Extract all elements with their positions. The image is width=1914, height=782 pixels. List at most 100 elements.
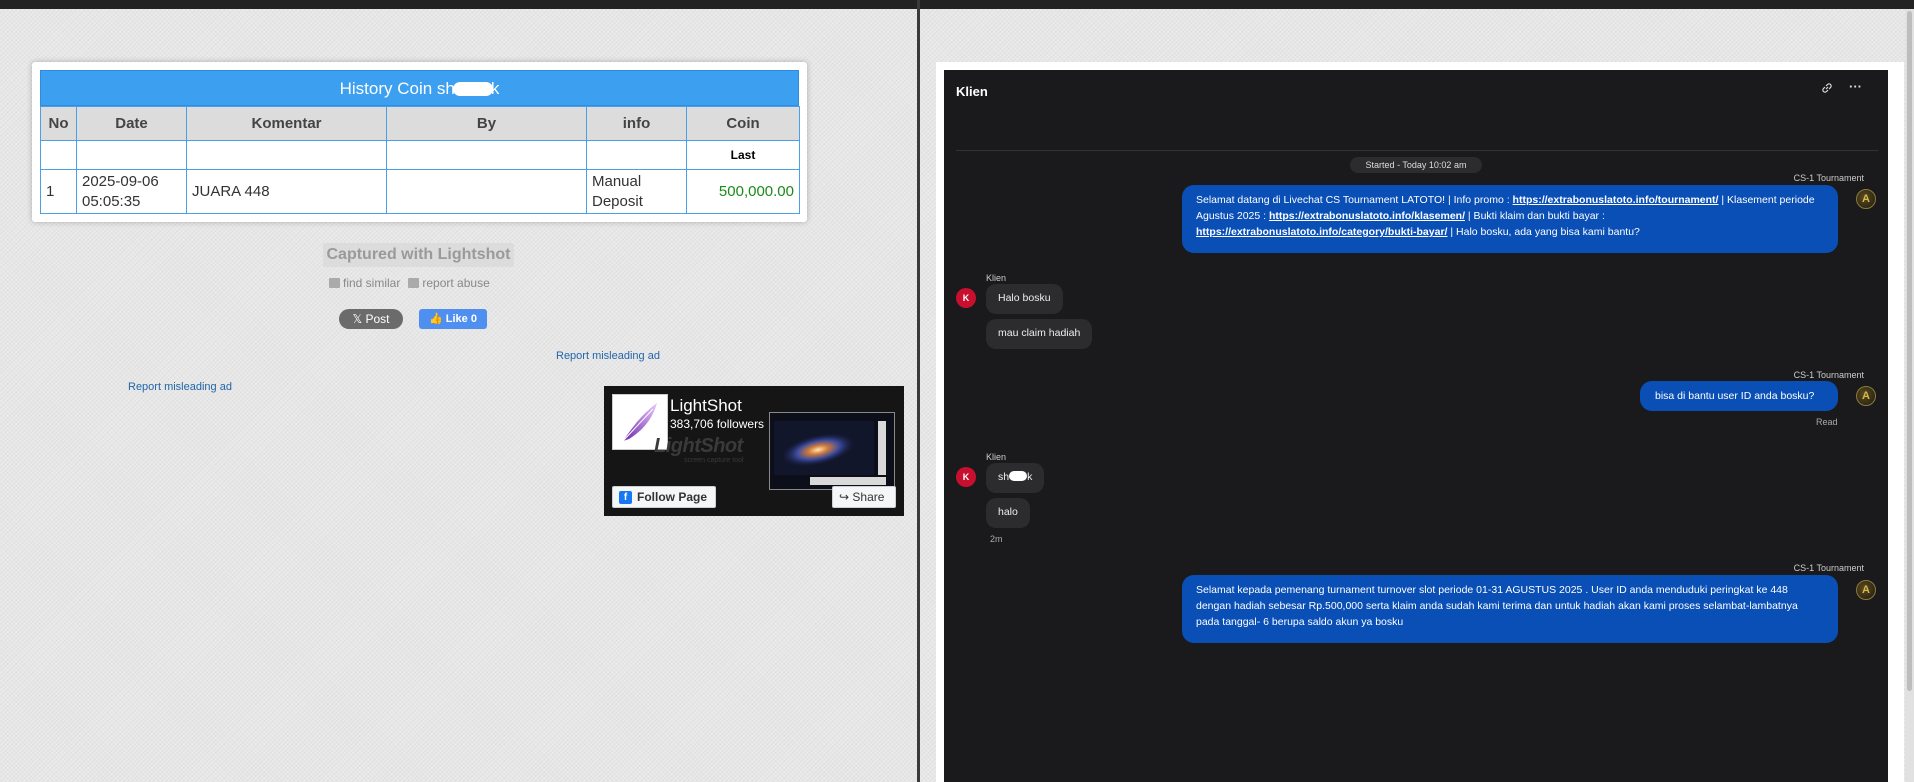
table-subheader-row: Last (40, 140, 800, 170)
lightshot-facebook-widget[interactable]: LightShot 383,706 followers LightShot sc… (604, 386, 904, 516)
scrollbar[interactable] (1905, 9, 1914, 782)
report-abuse-link[interactable]: report abuse (408, 276, 490, 290)
subheader-cell (386, 140, 587, 170)
camera-icon (329, 278, 340, 288)
link-icon[interactable] (1821, 82, 1833, 97)
find-similar-link[interactable]: find similar (329, 276, 400, 290)
page-name[interactable]: LightShot (670, 396, 742, 416)
history-title-suffix: k (490, 79, 500, 98)
facebook-like-button[interactable]: 👍 Like 0 (419, 309, 487, 329)
redacted-username (452, 82, 493, 96)
agent-message-bubble: Selamat datang di Livechat CS Tournament… (1182, 185, 1838, 253)
client-msg-prefix: sh (998, 471, 1010, 483)
subheader-cell (76, 140, 187, 170)
column-header-no: No (40, 106, 77, 141)
cell-no: 1 (40, 169, 77, 214)
agent-name-label: CS-1 Tournament (1793, 173, 1864, 183)
column-header-date: Date (76, 106, 187, 141)
follower-count: 383,706 followers (670, 417, 765, 431)
chat-title: Klien (956, 84, 988, 99)
history-title-prefix: History Coin sh (339, 79, 455, 98)
flag-icon (408, 278, 420, 288)
cell-date-line2: 05:05:35 (82, 192, 141, 210)
cell-date-line1: 2025-09-06 (82, 172, 159, 190)
history-title: History Coin sh k (40, 70, 799, 106)
galaxy-image (770, 413, 894, 489)
subheader-cell (586, 140, 687, 170)
facebook-like-label: Like 0 (445, 313, 477, 325)
column-header-coin: Coin (686, 106, 800, 141)
client-name-label: Klien (986, 452, 1007, 462)
table-header-row: No Date Komentar By info Coin (40, 106, 800, 141)
client-avatar: K (956, 467, 976, 487)
agent-msg-text: Selamat datang di Livechat CS Tournament… (1196, 194, 1513, 206)
subheader-last: Last (686, 140, 800, 170)
cover-screenshot-image (769, 412, 895, 490)
read-receipt: Read (1816, 417, 1838, 427)
redacted-username (1009, 471, 1028, 481)
chat-panel: Klien ··· Started - Today 10:02 am CS-1 … (944, 70, 1888, 782)
agent-msg-text: | Halo bosku, ada yang bisa kami bantu? (1447, 226, 1640, 238)
follow-page-button[interactable]: f Follow Page (612, 486, 716, 508)
find-similar-label: find similar (343, 276, 401, 290)
scrollbar-thumb[interactable] (1907, 11, 1912, 691)
session-started-pill: Started - Today 10:02 am (1350, 157, 1482, 173)
share-icon: ↪ (839, 490, 853, 504)
x-icon: 𝕏 (352, 312, 366, 326)
agent-avatar: A (1856, 189, 1876, 209)
agent-name-label: CS-1 Tournament (1793, 370, 1864, 380)
table-row: 1 2025-09-06 05:05:35 JUARA 448 Manual Dep… (40, 169, 800, 214)
thumbs-up-icon: 👍 (429, 313, 446, 325)
client-avatar: K (956, 288, 976, 308)
follow-page-label: Follow Page (637, 490, 708, 504)
report-abuse-label: report abuse (422, 276, 490, 290)
klasemen-link[interactable]: https://extrabonuslatoto.info/klasemen/ (1269, 210, 1465, 222)
client-msg-suffix: k (1027, 471, 1033, 483)
facebook-icon: f (619, 490, 632, 504)
chat-header: Klien ··· (944, 70, 1888, 110)
chat-frame: Klien ··· Started - Today 10:02 am CS-1 … (936, 62, 1904, 782)
split-divider[interactable] (917, 0, 920, 782)
report-misleading-ad-link[interactable]: Report misleading ad (128, 381, 232, 393)
report-misleading-ad-link[interactable]: Report misleading ad (556, 350, 660, 362)
browser-top-bar (0, 0, 1914, 9)
message-time: 2m (990, 534, 1003, 544)
client-message-bubble: halo (986, 498, 1030, 528)
bukti-bayar-link[interactable]: https://extrabonuslatoto.info/category/b… (1196, 226, 1447, 238)
client-message-bubble: Halo bosku (986, 284, 1063, 314)
lightshot-links: find similar report abuse (329, 276, 490, 290)
promo-link[interactable]: https://extrabonuslatoto.info/tournament… (1513, 194, 1719, 206)
cell-coin: 500,000.00 (686, 169, 800, 214)
subheader-cell (186, 140, 387, 170)
x-post-label: Post (365, 312, 390, 326)
client-message-bubble: mau claim hadiah (986, 319, 1093, 349)
share-label: Share (852, 490, 885, 504)
agent-message-bubble: Selamat kepada pemenang turnament turnov… (1182, 575, 1838, 643)
cell-info-line1: Manual (592, 172, 642, 190)
agent-message-bubble: bisa di bantu user ID anda bosku? (1640, 381, 1838, 411)
column-header-info: info (586, 106, 687, 141)
x-post-button[interactable]: 𝕏 Post (339, 309, 403, 329)
lightshot-watermark: LightShot (654, 435, 743, 457)
client-name-label: Klien (986, 273, 1007, 283)
agent-avatar: A (1856, 580, 1876, 600)
lightshot-watermark-sub: screen capture tool (684, 457, 744, 464)
share-button[interactable]: ↪ Share (832, 486, 896, 508)
cell-date: 2025-09-06 05:05:35 (76, 169, 187, 214)
more-options-icon[interactable]: ··· (1849, 79, 1862, 94)
cell-by (386, 169, 587, 214)
agent-avatar: A (1856, 386, 1876, 406)
column-header-by: By (386, 106, 587, 141)
agent-msg-text: | Bukti klaim dan bukti bayar : (1465, 210, 1605, 222)
column-header-komentar: Komentar (186, 106, 387, 141)
cell-komentar: JUARA 448 (186, 169, 387, 214)
history-table: No Date Komentar By info Coin Last 1 202… (40, 106, 800, 214)
captured-with-lightshot: Captured with Lightshot (323, 243, 514, 267)
agent-name-label: CS-1 Tournament (1793, 563, 1864, 573)
header-divider (956, 150, 1878, 151)
history-coin-card: History Coin sh k No Date Komentar By inf… (32, 62, 807, 222)
cell-info-line2: Deposit (592, 192, 643, 210)
cell-info: Manual Deposit (586, 169, 687, 214)
client-message-bubble: sh k (986, 463, 1045, 493)
subheader-cell (40, 140, 77, 170)
